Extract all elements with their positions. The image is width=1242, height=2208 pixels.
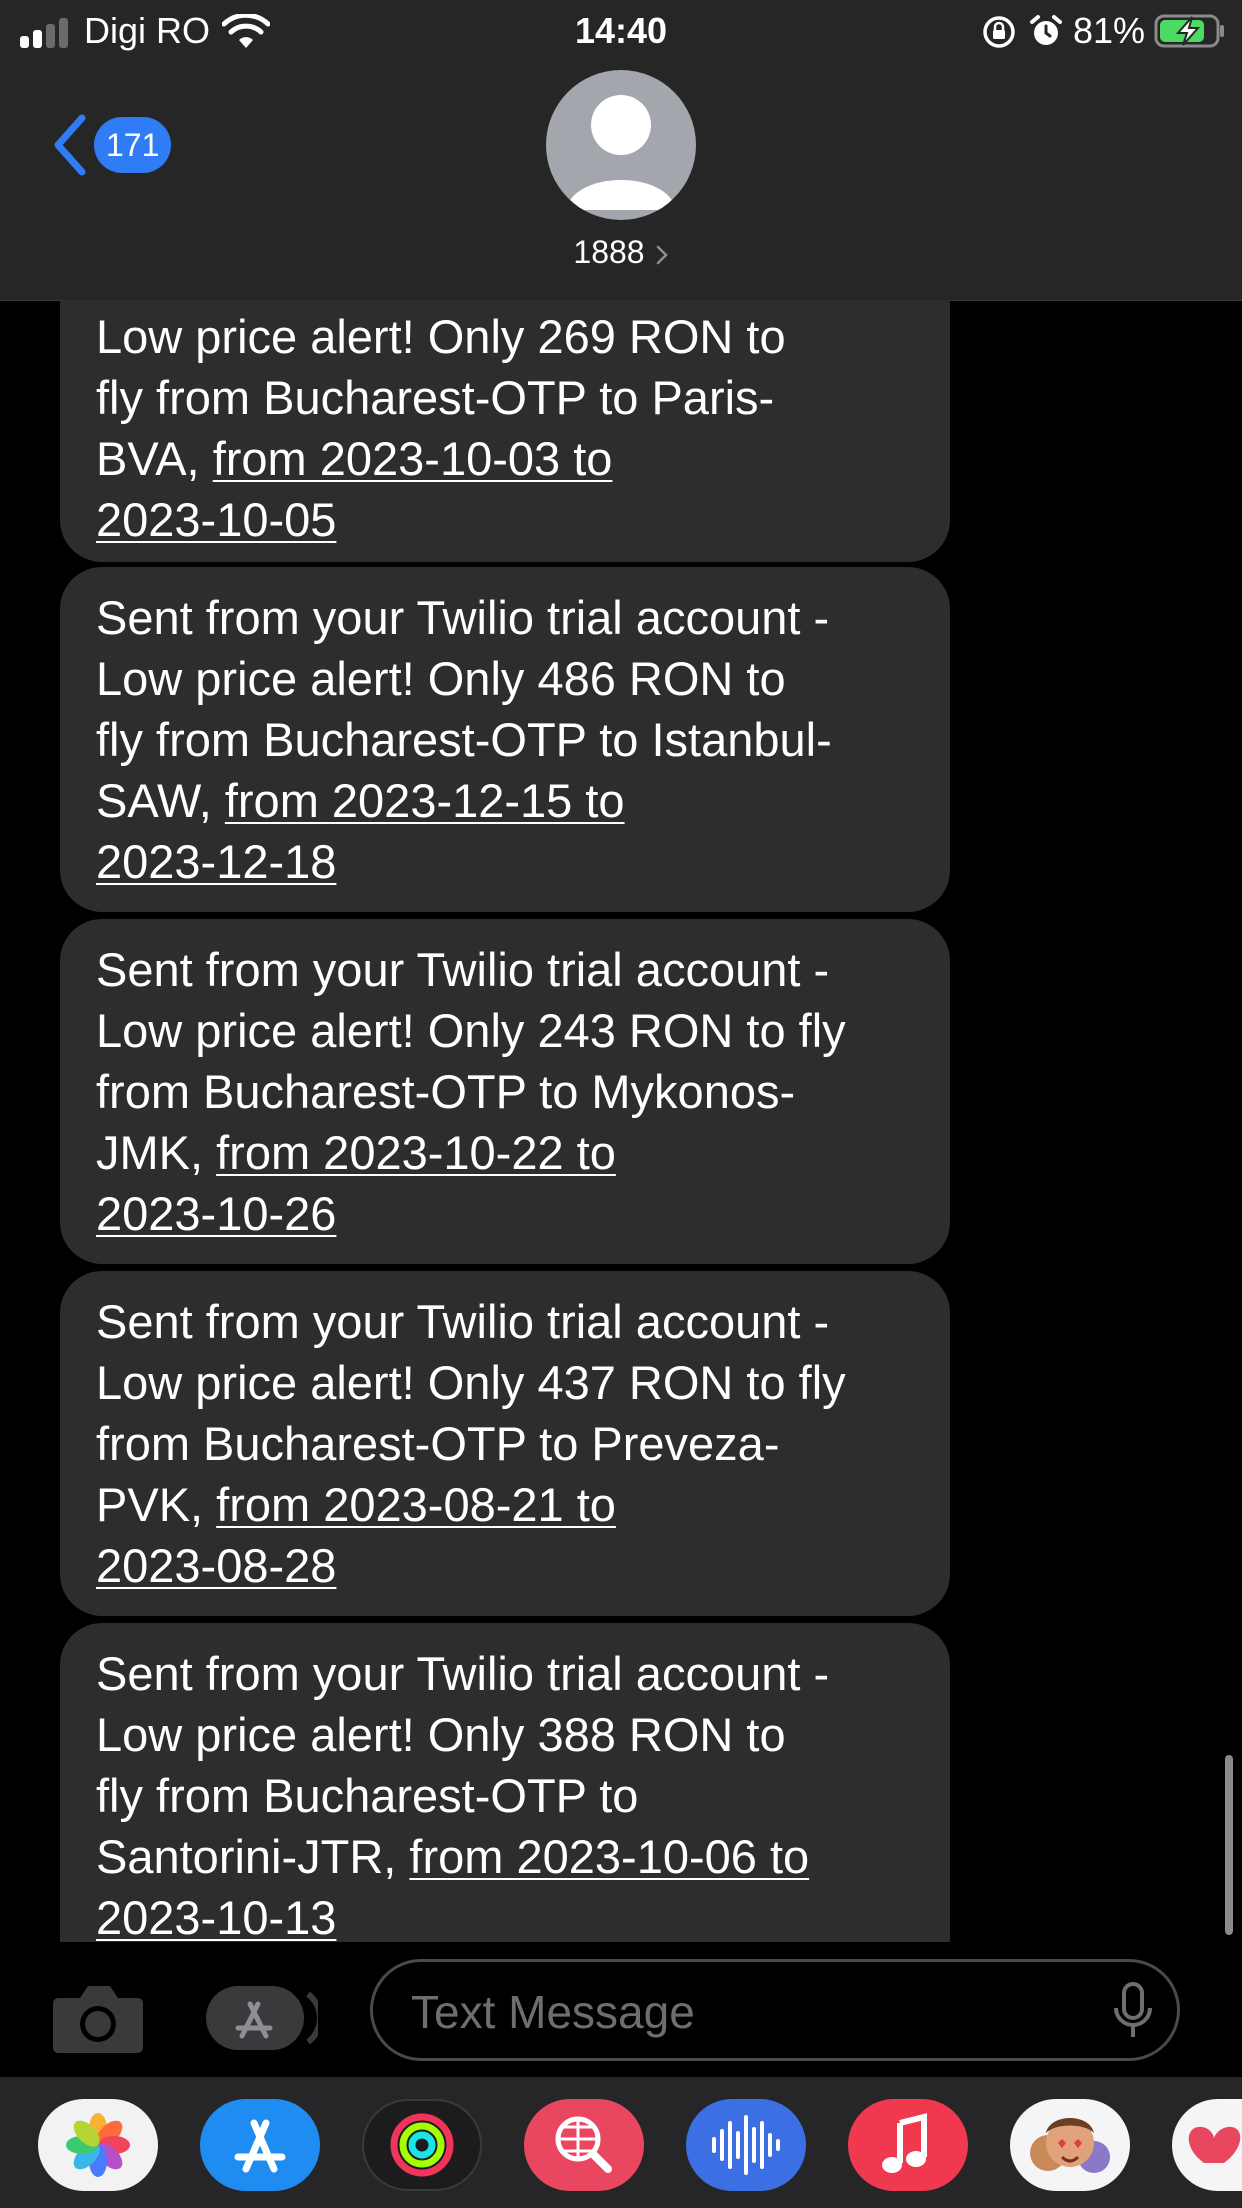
date-link[interactable]: from 2023-10-22 to [216, 1126, 616, 1179]
compose-bar: Text Message [0, 1942, 1242, 2077]
message-line: Low price alert! Only 269 RON to [96, 310, 786, 363]
appstore-icon[interactable] [200, 2099, 320, 2191]
memoji-icon[interactable] [1010, 2099, 1130, 2191]
message-line: Low price alert! Only 243 RON to fly [96, 1004, 846, 1057]
message-line: Santorini-JTR, from 2023-10-06 to [96, 1830, 810, 1883]
date-link[interactable]: 2023-08-28 [96, 1539, 336, 1592]
apps-icon[interactable] [206, 1982, 318, 2054]
message-line: Low price alert! Only 486 RON to [96, 652, 786, 705]
message-line: fly from Bucharest-OTP to [96, 1769, 639, 1822]
message-line: 2023-10-05 [96, 489, 914, 550]
message-line: Sent from your Twilio trial account - [96, 1647, 830, 1700]
date-link[interactable]: from 2023-12-15 to [225, 774, 625, 827]
date-link[interactable]: 2023-12-18 [96, 835, 336, 888]
heart-icon[interactable] [1172, 2099, 1242, 2191]
message-bubble[interactable]: Low price alert! Only 269 RON to fly fro… [60, 300, 950, 562]
person-icon [566, 95, 676, 210]
contact-name-row[interactable]: 1888 [0, 232, 1242, 272]
message-line: 2023-10-26 [96, 1183, 914, 1244]
message-input-placeholder: Text Message [411, 1986, 695, 2038]
globe-search-icon[interactable] [524, 2099, 644, 2191]
contact-name: 1888 [573, 234, 645, 270]
messages-screen: Digi RO 14:40 81% 171 1888 Low price ale… [0, 0, 1242, 2208]
alarm-icon [1030, 15, 1062, 45]
activity-rings-icon[interactable] [362, 2099, 482, 2191]
message-line: BVA, from 2023-10-03 to [96, 432, 613, 485]
waveform-icon[interactable] [686, 2099, 806, 2191]
photos-icon[interactable] [38, 2099, 158, 2191]
battery-charging-icon [1154, 14, 1224, 48]
chevron-right-icon [656, 245, 668, 264]
message-line: SAW, from 2023-12-15 to [96, 774, 625, 827]
message-line: Low price alert! Only 388 RON to [96, 1708, 786, 1761]
date-link[interactable]: from 2023-10-06 to [409, 1830, 809, 1883]
contact-avatar[interactable] [546, 70, 696, 220]
date-link[interactable]: from 2023-10-03 to [213, 432, 613, 485]
app-drawer [0, 2077, 1242, 2208]
rotation-lock-icon [983, 16, 1015, 48]
message-line: Sent from your Twilio trial account - [96, 591, 830, 644]
message-bubble[interactable]: Sent from your Twilio trial account - Lo… [60, 919, 950, 1264]
camera-icon[interactable] [52, 1980, 144, 2054]
battery-percentage: 81% [1073, 10, 1146, 51]
message-line: fly from Bucharest-OTP to Istanbul- [96, 713, 832, 766]
message-line: from Bucharest-OTP to Preveza- [96, 1417, 780, 1470]
unread-count-badge: 171 [94, 117, 172, 173]
message-bubble[interactable]: Sent from your Twilio trial account - Lo… [60, 1623, 950, 1942]
message-bubble[interactable]: Sent from your Twilio trial account - Lo… [60, 1271, 950, 1616]
message-list[interactable]: Low price alert! Only 269 RON to fly fro… [0, 300, 1242, 1942]
message-line: Sent from your Twilio trial account - [96, 1295, 830, 1348]
conversation-header: Digi RO 14:40 81% 171 1888 [0, 0, 1242, 301]
date-link[interactable]: 2023-10-05 [96, 493, 336, 546]
message-bubble[interactable]: Sent from your Twilio trial account - Lo… [60, 567, 950, 912]
microphone-icon[interactable] [1113, 1982, 1153, 2040]
message-line: Sent from your Twilio trial account - [96, 943, 830, 996]
date-link[interactable]: 2023-10-13 [96, 1891, 336, 1942]
message-line: 2023-10-13 [96, 1887, 914, 1942]
message-line: JMK, from 2023-10-22 to [96, 1126, 616, 1179]
music-note-icon[interactable] [848, 2099, 968, 2191]
status-bar: Digi RO 14:40 81% [0, 0, 1242, 62]
date-link[interactable]: from 2023-08-21 to [216, 1478, 616, 1531]
message-line: from Bucharest-OTP to Mykonos- [96, 1065, 796, 1118]
back-button[interactable]: 171 [40, 108, 190, 182]
message-line: Low price alert! Only 437 RON to fly [96, 1356, 846, 1409]
scroll-indicator[interactable] [1225, 1755, 1233, 1935]
message-input[interactable]: Text Message [370, 1959, 1180, 2061]
message-line: PVK, from 2023-08-21 to [96, 1478, 616, 1531]
message-line: 2023-08-28 [96, 1535, 914, 1596]
chevron-left-icon [54, 114, 86, 176]
message-line: fly from Bucharest-OTP to Paris- [96, 371, 775, 424]
date-link[interactable]: 2023-10-26 [96, 1187, 336, 1240]
message-line: 2023-12-18 [96, 831, 914, 892]
